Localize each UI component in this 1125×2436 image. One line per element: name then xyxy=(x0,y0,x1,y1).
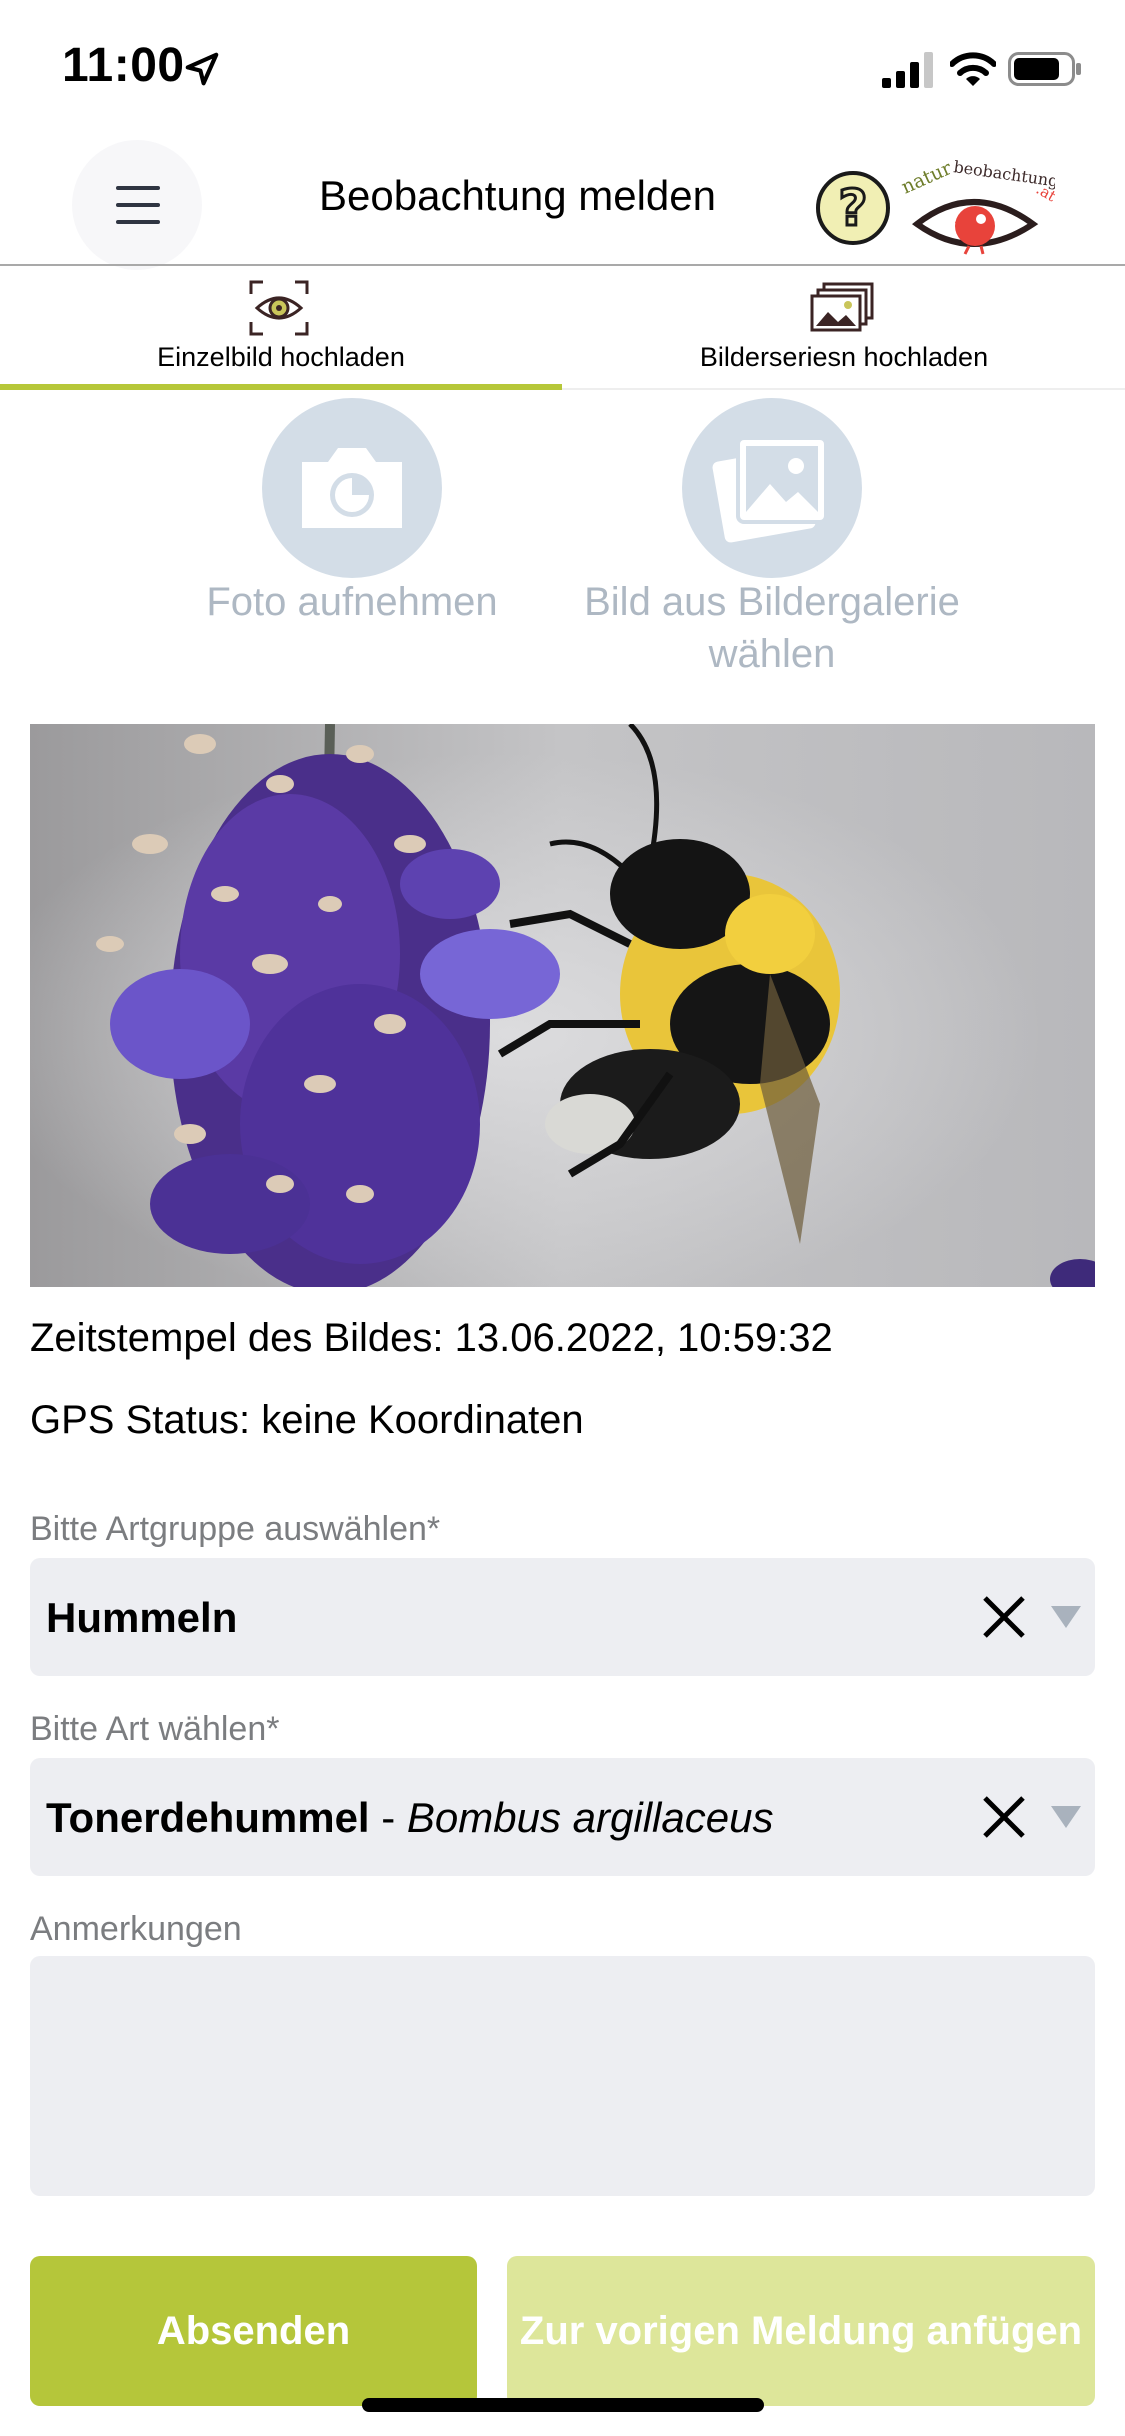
species-group-select[interactable]: Hummeln xyxy=(30,1558,1095,1676)
observation-photo xyxy=(30,724,1095,1287)
species-scientific-name: Bombus argillaceus xyxy=(406,1794,774,1841)
species-group-label: Bitte Artgruppe auswählen* xyxy=(30,1510,441,1548)
tab-single-image-label: Einzelbild hochladen xyxy=(157,342,405,372)
dropdown-triangle-icon[interactable] xyxy=(1051,1806,1081,1828)
status-time: 11:00 xyxy=(62,39,185,92)
svg-text:?: ? xyxy=(838,179,867,237)
clear-x-icon[interactable] xyxy=(981,1594,1027,1640)
menu-button[interactable] xyxy=(72,140,202,270)
wifi-icon xyxy=(950,52,996,86)
header-divider xyxy=(0,264,1125,266)
photo-stack-icon xyxy=(810,282,874,332)
location-arrow-icon xyxy=(185,52,219,86)
take-photo-button[interactable] xyxy=(262,398,442,578)
naturbeobachtung-logo: natur beobachtung .at xyxy=(898,157,1055,255)
gps-status: GPS Status: keine Koordinaten xyxy=(30,1398,584,1442)
choose-from-gallery-button[interactable] xyxy=(682,398,862,578)
eye-scan-icon xyxy=(249,280,309,336)
submit-button[interactable]: Absenden xyxy=(30,2256,477,2406)
species-group-value: Hummeln xyxy=(46,1594,238,1641)
species-separator: - xyxy=(369,1794,407,1841)
image-timestamp: Zeitstempel des Bildes: 13.06.2022, 10:5… xyxy=(30,1316,833,1360)
active-tab-indicator xyxy=(0,384,562,390)
tab-image-series-label: Bilderseriesn hochladen xyxy=(699,342,989,372)
svg-text:natur: natur xyxy=(898,157,956,199)
cellular-signal-icon xyxy=(882,52,933,88)
page-title: Beobachtung melden xyxy=(319,172,716,219)
hamburger-menu-icon xyxy=(116,186,160,224)
battery-icon xyxy=(1008,52,1081,86)
camera-icon xyxy=(302,448,402,528)
gallery-image-icon xyxy=(712,436,828,543)
species-value: Tonerdehummel - Bombus argillaceus xyxy=(46,1794,773,1842)
species-common-name: Tonerdehummel xyxy=(46,1794,370,1841)
attach-to-previous-button[interactable]: Zur vorigen Meldung anfügen xyxy=(507,2256,1095,2406)
species-label: Bitte Art wählen* xyxy=(30,1710,280,1748)
clear-x-icon[interactable] xyxy=(981,1794,1027,1840)
home-indicator xyxy=(362,2398,764,2412)
tab-divider xyxy=(562,388,1125,390)
notes-label: Anmerkungen xyxy=(30,1910,242,1948)
species-select[interactable]: Tonerdehummel - Bombus argillaceus xyxy=(30,1758,1095,1876)
notes-textarea[interactable] xyxy=(30,1956,1095,2196)
help-question-icon[interactable]: ? xyxy=(815,170,891,246)
choose-from-gallery-label: Bild aus Bildergalerie wählen xyxy=(584,580,960,676)
take-photo-label: Foto aufnehmen xyxy=(206,580,498,624)
dropdown-triangle-icon[interactable] xyxy=(1051,1606,1081,1628)
